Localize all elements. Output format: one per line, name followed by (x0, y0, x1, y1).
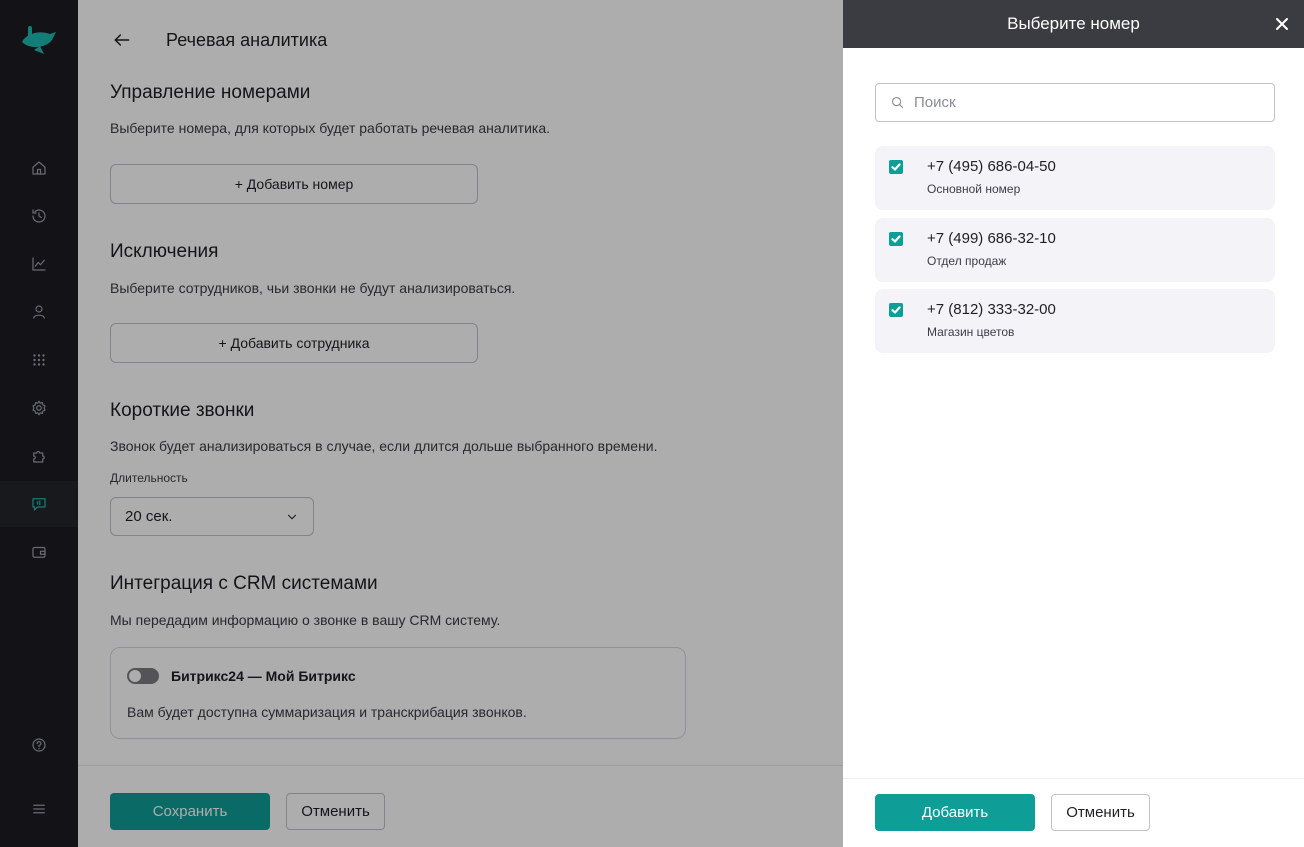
number-label: Магазин цветов (927, 325, 1015, 339)
search-field[interactable] (875, 83, 1275, 122)
number-checkbox[interactable] (889, 303, 903, 317)
check-icon (891, 306, 901, 314)
number-checkbox[interactable] (889, 232, 903, 246)
number-value: +7 (495) 686-04-50 (927, 158, 1056, 175)
number-item[interactable]: +7 (499) 686-32-10 Отдел продаж (875, 218, 1275, 282)
search-icon (891, 96, 904, 109)
drawer-cancel-button[interactable]: Отменить (1051, 794, 1150, 831)
number-label: Основной номер (927, 182, 1021, 196)
number-value: +7 (812) 333-32-00 (927, 301, 1056, 318)
drawer-header: Выберите номер (843, 0, 1304, 48)
search-input[interactable] (914, 94, 1254, 111)
select-number-drawer: Выберите номер +7 (495) 686-04-50 Основн… (843, 0, 1304, 847)
number-value: +7 (499) 686-32-10 (927, 230, 1056, 247)
drawer-title: Выберите номер (1007, 14, 1140, 33)
number-item[interactable]: +7 (495) 686-04-50 Основной номер (875, 146, 1275, 210)
close-button[interactable] (1274, 16, 1290, 32)
close-icon (1276, 18, 1288, 30)
number-checkbox[interactable] (889, 160, 903, 174)
modal-overlay[interactable] (0, 0, 843, 847)
number-label: Отдел продаж (927, 254, 1007, 268)
add-button[interactable]: Добавить (875, 794, 1035, 831)
drawer-footer: Добавить Отменить (843, 778, 1304, 847)
check-icon (891, 235, 901, 243)
check-icon (891, 163, 901, 171)
number-item[interactable]: +7 (812) 333-32-00 Магазин цветов (875, 289, 1275, 353)
